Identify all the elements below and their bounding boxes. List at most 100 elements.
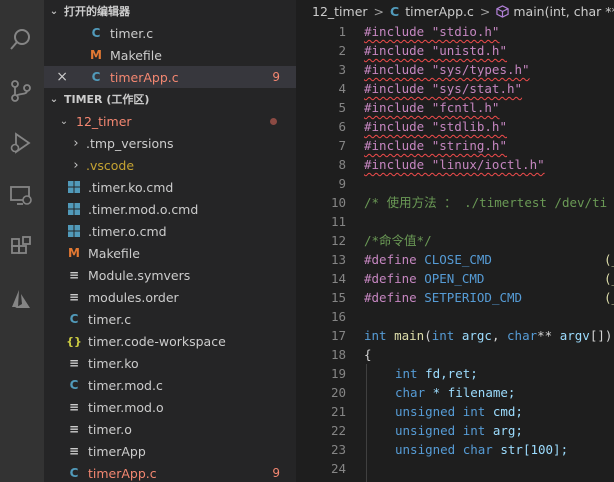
c-file-icon: C [91, 70, 101, 84]
line-number: 2 [338, 43, 346, 58]
file-tree-item[interactable]: ≡ timer.o [44, 418, 296, 440]
chevron-right-icon: › [73, 157, 79, 173]
remote-explorer-icon[interactable] [6, 180, 36, 210]
line-number: 11 [330, 214, 346, 229]
c-file-icon: C [69, 466, 79, 480]
file-tree-item[interactable]: › .tmp_versions [44, 132, 296, 154]
chevron-down-icon: ⌄ [49, 5, 59, 17]
breadcrumb-symbol[interactable]: main(int, char ** []) [513, 4, 614, 19]
line-number: 22 [330, 423, 346, 438]
c-file-icon: C [390, 3, 400, 19]
line-number: 6 [338, 119, 346, 134]
search-icon[interactable] [6, 24, 36, 54]
open-editor-item[interactable]: M Makefile [44, 44, 296, 66]
line-number: 18 [330, 347, 346, 362]
code-line[interactable]: char * filename; [395, 383, 515, 402]
file-tree-item[interactable]: CtimerApp.c 9 [44, 462, 296, 482]
file-tree-item[interactable]: › .vscode [44, 154, 296, 176]
folder-12-timer[interactable]: ⌄ 12_timer [44, 110, 296, 132]
code-line[interactable]: unsigned int cmd; [395, 402, 523, 421]
line-number: 3 [338, 62, 346, 77]
extensions-icon[interactable] [6, 232, 36, 262]
chevron-down-icon: ⌄ [59, 115, 69, 127]
activity-bar [0, 0, 44, 482]
code-line[interactable]: unsigned int arg; [395, 421, 523, 440]
code-line[interactable]: #define SETPERIOD_CMD(_ [364, 288, 614, 307]
line-number: 20 [330, 385, 346, 400]
workspace-header[interactable]: ⌄ TIMER (工作区) [44, 88, 296, 110]
json-file-icon: {} [66, 334, 82, 348]
line-number: 4 [338, 81, 346, 96]
file-tree-item[interactable]: M Makefile [44, 242, 296, 264]
line-number: 5 [338, 100, 346, 115]
modified-dot [270, 117, 277, 125]
file-tree-item[interactable]: ≡ modules.order [44, 286, 296, 308]
file-tree-item[interactable]: ≡ timerApp [44, 440, 296, 462]
chevron-right-icon: › [73, 135, 79, 151]
azure-icon[interactable] [6, 284, 36, 314]
breadcrumb: 12_timer > C timerApp.c > main(int, char… [296, 0, 614, 22]
code-line[interactable]: #include "sys/stat.h" [364, 79, 522, 98]
indent-guide [366, 364, 367, 482]
code-line[interactable]: /*命令值*/ [364, 231, 432, 250]
file-tree-item[interactable]: ≡ Module.symvers [44, 264, 296, 286]
cube-icon [496, 4, 510, 18]
file-tree-item[interactable]: Ctimer.mod.c [44, 374, 296, 396]
text-file-icon: ≡ [68, 356, 80, 370]
makefile-icon: M [90, 48, 102, 62]
line-number: 12 [330, 233, 346, 248]
run-debug-icon[interactable] [6, 128, 36, 158]
line-number: 21 [330, 404, 346, 419]
windows-file-icon [66, 203, 82, 215]
text-file-icon: ≡ [68, 268, 80, 282]
breadcrumb-folder[interactable]: 12_timer [312, 4, 368, 19]
c-file-icon: C [69, 312, 79, 326]
code-line[interactable]: int main(int argc, char** argv[]), [364, 326, 614, 345]
code-line[interactable]: { [364, 345, 372, 364]
text-file-icon: ≡ [68, 290, 80, 304]
breadcrumb-file[interactable]: timerApp.c [405, 4, 474, 19]
text-file-icon: ≡ [68, 444, 80, 458]
text-file-icon: ≡ [68, 422, 80, 436]
line-number: 13 [330, 252, 346, 267]
line-number: 9 [338, 176, 346, 191]
close-icon[interactable]: × [44, 69, 68, 85]
problems-badge: 9 [272, 70, 280, 84]
code-line[interactable]: int fd,ret; [395, 364, 478, 383]
problems-badge: 9 [272, 466, 280, 480]
file-tree-item[interactable]: Ctimer.c [44, 308, 296, 330]
line-number: 15 [330, 290, 346, 305]
file-tree-item[interactable]: .timer.mod.o.cmd [44, 198, 296, 220]
makefile-icon: M [68, 246, 80, 260]
code-line[interactable]: #include "string.h" [364, 136, 507, 155]
code-line[interactable]: #include "linux/ioctl.h" [364, 155, 545, 174]
open-editors-header[interactable]: ⌄ 打开的编辑器 [44, 0, 296, 22]
code-line[interactable]: #define OPEN_CMD(_ [364, 269, 614, 288]
file-tree-item[interactable]: .timer.ko.cmd [44, 176, 296, 198]
open-editor-item[interactable]: C timer.c [44, 22, 296, 44]
code-line[interactable]: unsigned char str[100]; [395, 440, 568, 459]
line-number: 1 [338, 24, 346, 39]
code-line[interactable]: #include "stdlib.h" [364, 117, 507, 136]
file-tree-item[interactable]: .timer.o.cmd [44, 220, 296, 242]
code-line[interactable]: #define CLOSE_CMD(_ [364, 250, 614, 269]
file-tree-item[interactable]: ≡ timer.mod.o [44, 396, 296, 418]
line-number: 10 [330, 195, 346, 210]
code-line[interactable]: #include "unistd.h" [364, 41, 507, 60]
windows-file-icon [66, 225, 82, 237]
line-number: 23 [330, 442, 346, 457]
chevron-down-icon: ⌄ [49, 93, 59, 105]
source-control-icon[interactable] [6, 76, 36, 106]
code-line[interactable]: /* 使用方法 ： ./timertest /dev/ti [364, 193, 607, 212]
windows-file-icon [66, 181, 82, 193]
code-line[interactable]: #include "sys/types.h" [364, 60, 530, 79]
text-file-icon: ≡ [68, 400, 80, 414]
code-line[interactable]: #include "stdio.h" [364, 22, 499, 41]
file-tree-item[interactable]: {} timer.code-workspace [44, 330, 296, 352]
open-editor-item-active[interactable]: × C timerApp.c 9 [44, 66, 296, 88]
c-file-icon: C [69, 378, 79, 392]
file-tree-item[interactable]: ≡ timer.ko [44, 352, 296, 374]
code-line[interactable]: #include "fcntl.h" [364, 98, 499, 117]
line-number: 14 [330, 271, 346, 286]
line-number: 16 [330, 309, 346, 324]
